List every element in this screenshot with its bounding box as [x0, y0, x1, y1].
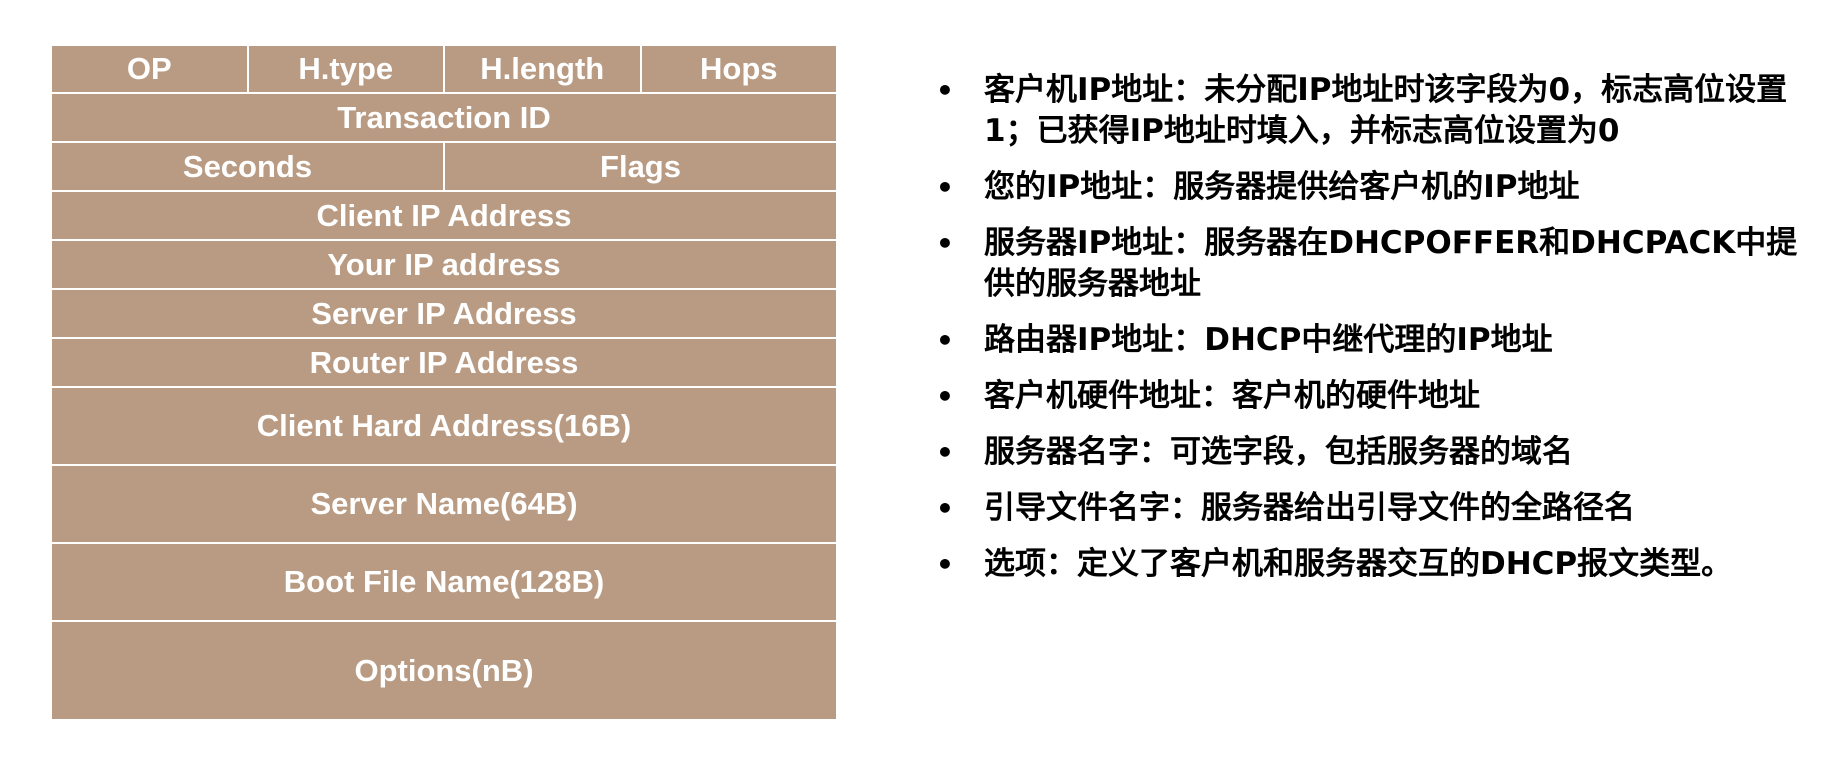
dhcp-packet-format-diagram: OP H.type H.length Hops Transaction ID S…: [52, 46, 836, 719]
list-item: • 选项：定义了客户机和服务器交互的DHCP报文类型。: [930, 544, 1810, 585]
description-your-ip: 您的IP地址：服务器提供给客户机的IP地址: [984, 169, 1580, 205]
list-item: • 路由器IP地址：DHCP中继代理的IP地址: [930, 320, 1810, 361]
bullet-icon: •: [936, 492, 954, 525]
packet-row-options: Options(nB): [52, 622, 836, 719]
packet-row-boot-file-name: Boot File Name(128B): [52, 544, 836, 622]
list-item: • 您的IP地址：服务器提供给客户机的IP地址: [930, 167, 1810, 208]
field-your-ip-address: Your IP address: [327, 246, 561, 282]
bullet-icon: •: [936, 436, 954, 469]
packet-row-transaction-id: Transaction ID: [52, 94, 836, 143]
list-item: • 引导文件名字：服务器给出引导文件的全路径名: [930, 488, 1810, 529]
field-boot-file-name: Boot File Name(128B): [283, 564, 605, 599]
field-client-hard-address: Client Hard Address(16B): [256, 408, 632, 443]
field-op: OP: [52, 46, 249, 92]
bullet-icon: •: [936, 380, 954, 413]
field-htype: H.type: [249, 46, 445, 92]
list-item: • 服务器IP地址：服务器在DHCPOFFER和DHCPACK中提供的服务器地址: [930, 223, 1810, 305]
packet-row-router-ip: Router IP Address: [52, 339, 836, 388]
field-server-name: Server Name(64B): [310, 486, 578, 521]
description-client-hardware: 客户机硬件地址：客户机的硬件地址: [984, 378, 1480, 414]
list-item: • 服务器名字：可选字段，包括服务器的域名: [930, 432, 1810, 473]
field-flags: Flags: [600, 148, 681, 184]
description-server-name: 服务器名字：可选字段，包括服务器的域名: [984, 434, 1573, 470]
packet-row-client-hard-address: Client Hard Address(16B): [52, 388, 836, 466]
list-item: • 客户机硬件地址：客户机的硬件地址: [930, 376, 1810, 417]
packet-row-server-name: Server Name(64B): [52, 466, 836, 544]
packet-row-your-ip: Your IP address: [52, 241, 836, 290]
description-options: 选项：定义了客户机和服务器交互的DHCP报文类型。: [984, 546, 1733, 582]
field-description-list: • 客户机IP地址：未分配IP地址时该字段为0，标志高位设置1；已获得IP地址时…: [930, 70, 1810, 600]
field-client-ip-address: Client IP Address: [316, 197, 572, 233]
packet-row-header-fields: OP H.type H.length Hops: [52, 46, 836, 94]
bullet-icon: •: [936, 324, 954, 357]
field-hops: Hops: [700, 51, 778, 86]
packet-row-seconds-flags: Seconds Flags: [52, 143, 836, 192]
description-router-ip: 路由器IP地址：DHCP中继代理的IP地址: [984, 322, 1553, 358]
field-server-ip-address: Server IP Address: [311, 295, 577, 331]
packet-row-server-ip: Server IP Address: [52, 290, 836, 339]
bullet-icon: •: [936, 74, 954, 107]
field-transaction-id: Transaction ID: [337, 99, 551, 135]
description-server-ip: 服务器IP地址：服务器在DHCPOFFER和DHCPACK中提供的服务器地址: [984, 225, 1798, 302]
bullet-icon: •: [936, 227, 954, 260]
packet-row-client-ip: Client IP Address: [52, 192, 836, 241]
description-boot-file: 引导文件名字：服务器给出引导文件的全路径名: [984, 490, 1635, 526]
field-router-ip-address: Router IP Address: [309, 344, 579, 380]
bullet-icon: •: [936, 171, 954, 204]
description-client-ip: 客户机IP地址：未分配IP地址时该字段为0，标志高位设置1；已获得IP地址时填入…: [984, 72, 1788, 149]
field-hlength: H.length: [445, 46, 642, 92]
field-options: Options(nB): [354, 652, 534, 688]
field-seconds: Seconds: [52, 143, 445, 190]
bullet-icon: •: [936, 548, 954, 581]
list-item: • 客户机IP地址：未分配IP地址时该字段为0，标志高位设置1；已获得IP地址时…: [930, 70, 1810, 152]
